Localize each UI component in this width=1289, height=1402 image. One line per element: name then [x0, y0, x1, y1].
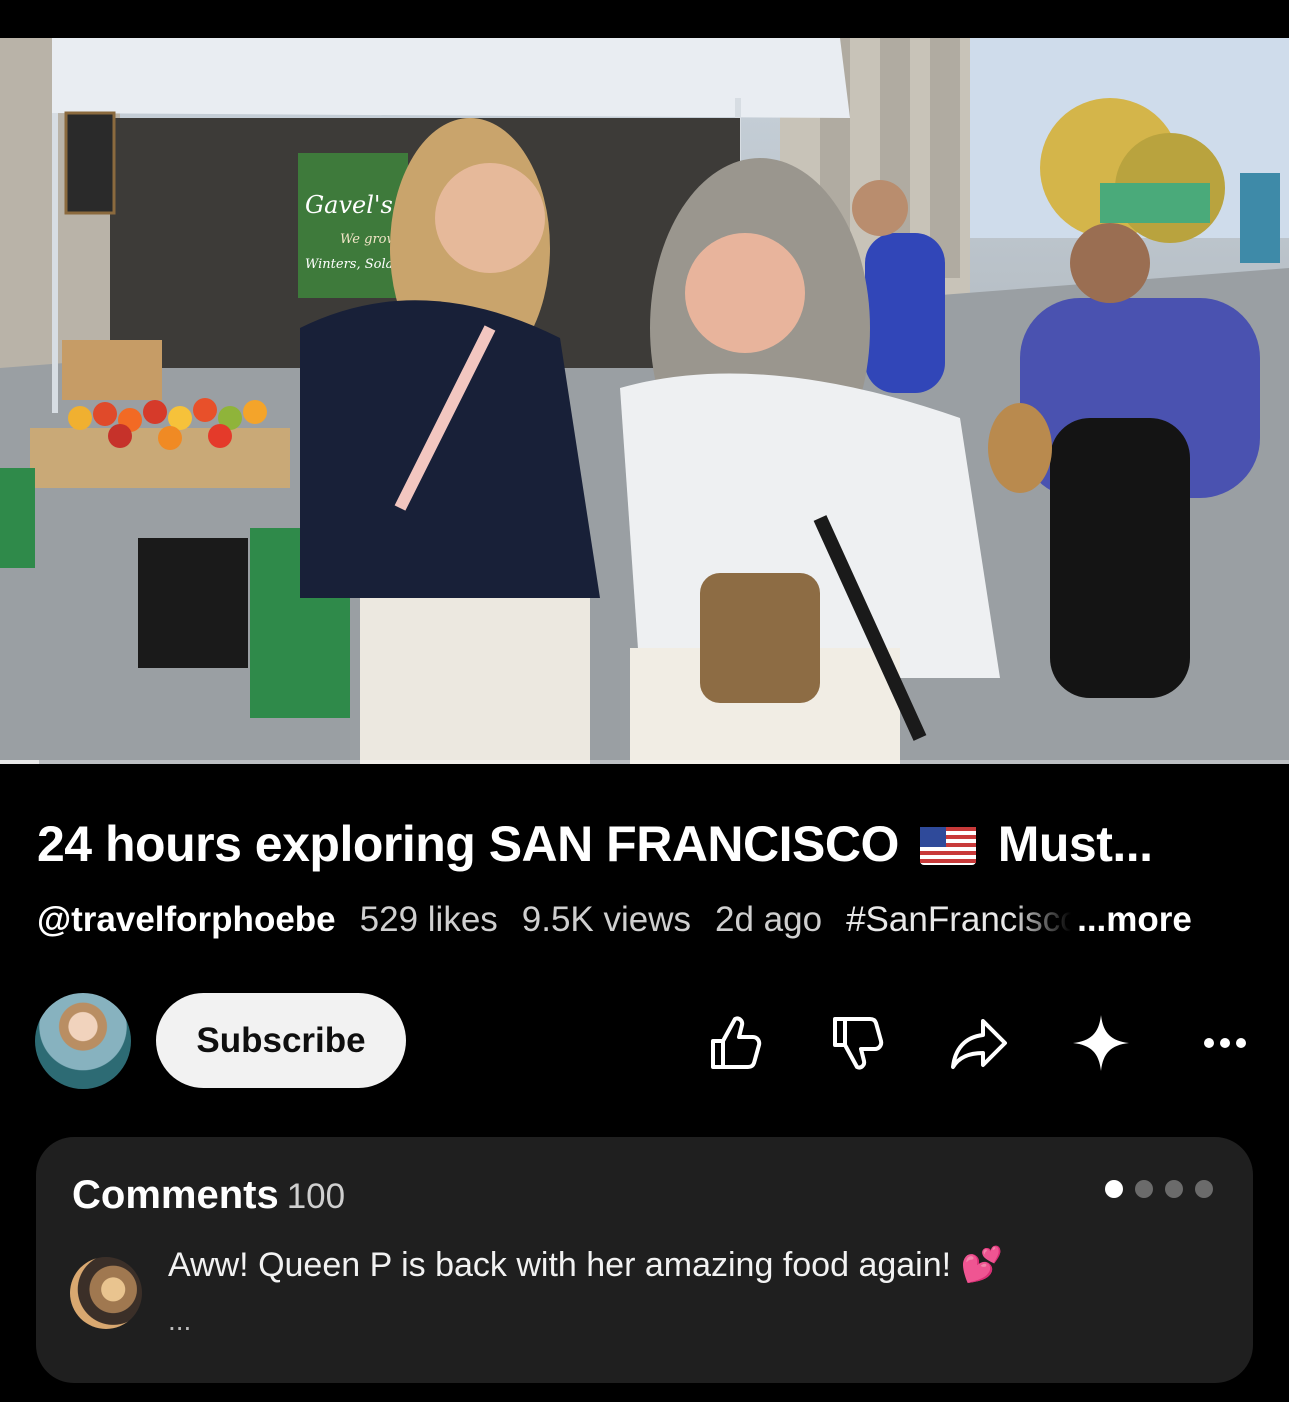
- upload-age: 2d ago: [715, 900, 823, 939]
- top-comment-ellipsis: ...: [168, 1305, 192, 1336]
- sparkle-icon: [1073, 1015, 1129, 1071]
- video-player[interactable]: Gavel's We grow Winters, Solano: [0, 38, 1289, 764]
- pager-dot[interactable]: [1165, 1180, 1183, 1198]
- video-progress-bar[interactable]: [0, 760, 1289, 764]
- like-button[interactable]: [700, 1008, 770, 1078]
- pager-dot[interactable]: [1135, 1180, 1153, 1198]
- video-title[interactable]: 24 hours exploring SAN FRANCISCO Must...: [37, 815, 1257, 877]
- like-count: 529 likes: [359, 900, 498, 939]
- share-button[interactable]: [944, 1008, 1014, 1078]
- channel-avatar[interactable]: [35, 993, 131, 1089]
- comments-pager[interactable]: [1105, 1180, 1213, 1198]
- comments-heading: Comments 100: [72, 1173, 345, 1218]
- video-title-text: 24 hours exploring SAN FRANCISCO: [37, 816, 899, 872]
- video-frame: Gavel's We grow Winters, Solano: [0, 38, 1289, 764]
- subscribe-button[interactable]: Subscribe: [156, 993, 406, 1088]
- view-count: 9.5K views: [521, 900, 692, 939]
- banner-sign-sub: We grow: [340, 232, 398, 247]
- more-options-button[interactable]: [1190, 1008, 1260, 1078]
- comments-panel[interactable]: Comments 100 Aww! Queen P is back with he…: [36, 1137, 1253, 1383]
- top-comment-text: Aww! Queen P is back with her amazing fo…: [168, 1246, 1003, 1284]
- video-progress-fill: [0, 760, 39, 764]
- comments-title: Comments: [72, 1173, 279, 1217]
- banner-sign-main: Gavel's: [305, 191, 393, 219]
- more-link[interactable]: ...more: [1077, 900, 1192, 940]
- dislike-button[interactable]: [822, 1008, 892, 1078]
- thumbs-up-icon: [711, 1016, 762, 1069]
- pager-dot[interactable]: [1195, 1180, 1213, 1198]
- hashtag[interactable]: #SanFrancisco: [846, 900, 1072, 940]
- remix-button[interactable]: [1066, 1008, 1136, 1078]
- channel-handle[interactable]: @travelforphoebe: [37, 900, 336, 940]
- more-horizontal-icon: [1204, 1038, 1246, 1048]
- us-flag-icon: [920, 819, 977, 877]
- thumbs-down-icon: [833, 1017, 884, 1070]
- share-arrow-icon: [951, 1019, 1007, 1069]
- video-title-truncated: Must...: [997, 816, 1153, 872]
- comments-count: 100: [286, 1177, 346, 1216]
- commenter-avatar[interactable]: [70, 1257, 142, 1329]
- video-meta-row[interactable]: @travelforphoebe 529 likes 9.5K views 2d…: [37, 900, 1252, 940]
- pager-dot[interactable]: [1105, 1180, 1123, 1198]
